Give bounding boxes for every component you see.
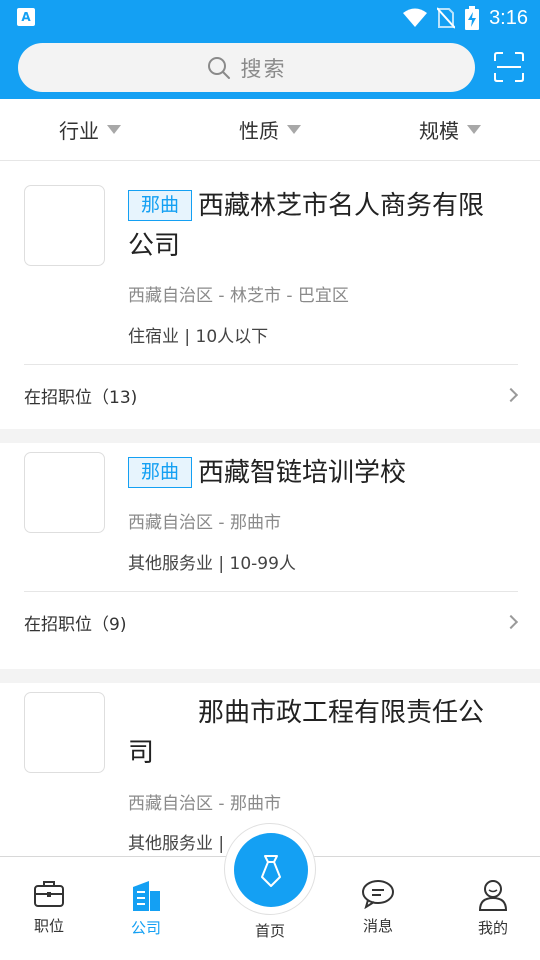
filter-label: 规模 [419, 119, 459, 143]
tab-label: 公司 [130, 919, 161, 937]
company-logo [24, 692, 105, 773]
home-button[interactable] [224, 823, 316, 915]
company-list: 那曲 西藏林芝市名人商务有限公司 西藏自治区 - 林芝市 - 巴宜区 住宿业 | … [0, 162, 540, 883]
tab-label: 我的 [477, 919, 508, 937]
filter-nature[interactable]: 性质 [180, 99, 360, 160]
company-name-block: 那曲 西藏林芝市名人商务有限公司 [128, 186, 500, 266]
tab-company[interactable]: 公司 [106, 879, 186, 938]
open-positions-link[interactable]: 在招职位（13) [24, 383, 137, 408]
home-button-circle[interactable] [234, 833, 308, 907]
company-meta: 其他服务业 | [128, 834, 225, 854]
filter-label: 行业 [59, 119, 99, 143]
battery-charging-icon [465, 6, 480, 30]
company-location: 西藏自治区 - 那曲市 [128, 513, 281, 533]
tab-home-label: 首页 [254, 922, 285, 940]
company-meta: 其他服务业 | 10-99人 [128, 554, 296, 574]
tie-icon [261, 855, 281, 887]
chevron-right-icon[interactable] [503, 387, 519, 403]
tab-jobs[interactable]: 职位 [9, 879, 89, 936]
status-time: 3:16 [489, 6, 528, 29]
filter-scale[interactable]: 规模 [360, 99, 540, 160]
company-name-block: 那曲 西藏智链培训学校 [128, 453, 500, 493]
tab-label: 消息 [362, 917, 393, 935]
scan-icon[interactable] [494, 52, 524, 82]
tab-label: 职位 [33, 917, 64, 935]
dropdown-triangle-icon [287, 125, 301, 134]
region-tag: 那曲 [128, 457, 193, 488]
no-sim-icon [437, 7, 456, 29]
header-bar: A 3:16 搜索 [0, 0, 540, 99]
company-card[interactable]: 那曲 西藏林芝市名人商务有限公司 西藏自治区 - 林芝市 - 巴宜区 住宿业 | … [0, 162, 540, 429]
company-logo [24, 185, 105, 266]
search-icon [207, 56, 230, 79]
tab-mine[interactable]: 我的 [453, 879, 533, 938]
section-gap [0, 669, 540, 683]
chat-icon [362, 880, 394, 909]
briefcase-icon [34, 881, 64, 907]
company-location: 西藏自治区 - 林芝市 - 巴宜区 [128, 286, 349, 306]
company-location: 西藏自治区 - 那曲市 [128, 794, 281, 814]
company-name: 西藏智链培训学校 [198, 458, 407, 488]
filter-bar: 行业 性质 规模 [0, 99, 540, 161]
divider [24, 591, 518, 592]
wifi-icon [403, 8, 428, 27]
dropdown-triangle-icon [467, 125, 481, 134]
person-icon [478, 880, 508, 911]
dropdown-triangle-icon [107, 125, 121, 134]
filter-industry[interactable]: 行业 [0, 99, 180, 160]
company-name: 那曲市政工程有限责任公司 [128, 698, 485, 768]
search-placeholder: 搜索 [240, 56, 287, 81]
app-notification-icon: A [17, 8, 35, 26]
company-card[interactable]: 那曲 西藏智链培训学校 西藏自治区 - 那曲市 其他服务业 | 10-99人 在招… [0, 443, 540, 669]
company-logo [24, 452, 105, 533]
company-meta: 住宿业 | 10人以下 [128, 327, 269, 347]
search-input[interactable]: 搜索 [18, 43, 475, 92]
divider [24, 364, 518, 365]
chevron-right-icon[interactable] [503, 614, 519, 630]
tab-messages[interactable]: 消息 [338, 879, 418, 936]
open-positions-link[interactable]: 在招职位（9) [24, 610, 126, 635]
status-icons: 3:16 [403, 5, 528, 31]
status-bar: A 3:16 [0, 0, 540, 36]
section-gap [0, 429, 540, 443]
company-name-block: 那曲市政工程有限责任公司 [128, 693, 500, 773]
building-icon [133, 881, 160, 911]
filter-label: 性质 [239, 119, 279, 143]
region-tag: 那曲 [128, 190, 193, 221]
